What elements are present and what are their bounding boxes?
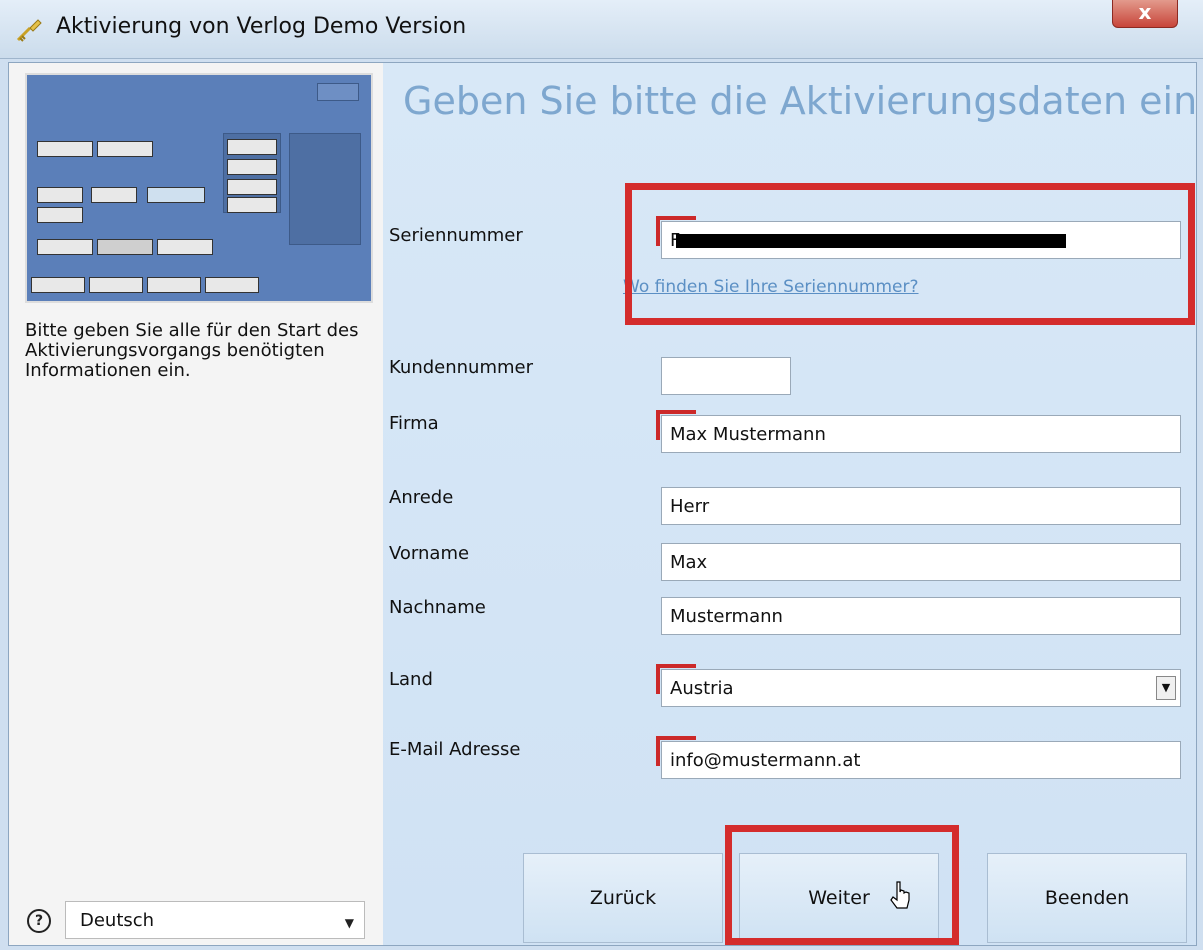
email-field[interactable]: info@mustermann.at	[656, 736, 1181, 779]
vorname-label: Vorname	[389, 543, 470, 564]
instruction-text: Bitte geben Sie alle für den Start des A…	[25, 320, 359, 381]
anrede-value: Herr	[670, 496, 710, 517]
key-icon	[16, 19, 42, 42]
chevron-down-icon[interactable]: ▼	[1156, 676, 1176, 700]
form-pane: Geben Sie bitte die Aktivierungsdaten ei…	[383, 63, 1198, 945]
close-icon: x	[1138, 0, 1152, 24]
serial-label: Seriennummer	[389, 225, 523, 246]
close-button[interactable]: x	[1112, 0, 1178, 28]
kundennummer-field[interactable]	[661, 357, 791, 395]
land-value: Austria	[670, 678, 734, 699]
firma-label: Firma	[389, 413, 439, 434]
left-pane: Bitte geben Sie alle für den Start des A…	[9, 63, 383, 945]
title-bar: Aktivierung von Verlog Demo Version x	[0, 0, 1203, 59]
anrede-field[interactable]: Herr	[661, 487, 1181, 525]
window-title: Aktivierung von Verlog Demo Version	[56, 14, 467, 39]
email-value: info@mustermann.at	[670, 750, 861, 771]
wizard-frame: Bitte geben Sie alle für den Start des A…	[8, 62, 1197, 946]
serial-highlight-box	[625, 183, 1195, 325]
finish-button[interactable]: Beenden	[987, 853, 1187, 943]
email-label: E-Mail Adresse	[389, 739, 521, 760]
next-highlight-box	[725, 825, 959, 945]
firma-value: Max Mustermann	[670, 424, 826, 445]
vorname-field[interactable]: Max	[661, 543, 1181, 581]
land-select[interactable]: Austria ▼	[656, 664, 1181, 707]
mouse-cursor-icon	[890, 881, 910, 909]
vorname-value: Max	[670, 552, 708, 573]
help-icon[interactable]: ?	[27, 909, 51, 933]
nachname-label: Nachname	[389, 597, 486, 618]
language-select[interactable]: Deutsch ▼	[65, 901, 365, 939]
nachname-value: Mustermann	[670, 606, 783, 627]
app-preview-image	[25, 73, 373, 303]
back-button[interactable]: Zurück	[523, 853, 723, 943]
kundennummer-label: Kundennummer	[389, 357, 533, 378]
nachname-field[interactable]: Mustermann	[661, 597, 1181, 635]
anrede-label: Anrede	[389, 487, 454, 508]
language-value: Deutsch	[80, 910, 155, 931]
land-label: Land	[389, 669, 433, 690]
firma-field[interactable]: Max Mustermann	[656, 410, 1181, 453]
page-title: Geben Sie bitte die Aktivierungsdaten ei…	[403, 79, 1198, 123]
chevron-down-icon: ▼	[344, 916, 354, 930]
